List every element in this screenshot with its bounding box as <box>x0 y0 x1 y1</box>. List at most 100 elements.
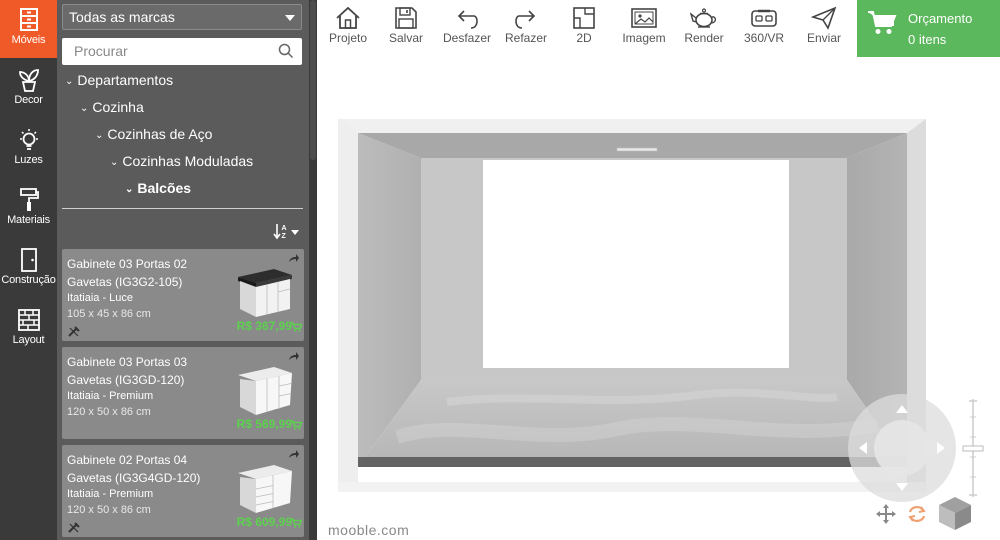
scrollbar-thumb[interactable] <box>310 0 316 160</box>
toolbar-button-label: Desfazer <box>442 31 492 45</box>
sidebar-item-label: Luzes <box>14 154 43 166</box>
pan-icon[interactable] <box>875 503 897 525</box>
sidebar-item-label: Móveis <box>11 34 46 46</box>
tree-item-departamentos[interactable]: ⌄ Departamentos <box>65 72 173 88</box>
svg-text:Z: Z <box>282 233 287 240</box>
budget-button[interactable]: Orçamento 0 itens <box>857 0 1000 57</box>
chevron-down-icon: ⌄ <box>110 157 119 168</box>
3d-cube-icon[interactable] <box>937 495 973 531</box>
tree-item-label: Balcões <box>137 180 192 196</box>
toolbar-button-label: Imagem <box>622 31 666 45</box>
share-arrow-icon[interactable] <box>288 449 300 459</box>
plant-icon <box>18 69 39 92</box>
tree-item-balcoes[interactable]: ⌄ Balcões <box>125 180 191 196</box>
budget-item-count: 0 itens <box>908 32 947 47</box>
product-name: Gabinete 02 Portas 04 Gavetas (IG3G4GD-1… <box>67 453 201 485</box>
toolbar-button-label: Render <box>684 31 724 45</box>
360-vr-button[interactable]: 360/VR <box>739 0 789 57</box>
sort-control[interactable]: A Z <box>273 222 301 240</box>
tree-item-label: Cozinhas de Aço <box>107 126 213 142</box>
product-dimensions: 120 x 50 x 86 cm <box>67 406 151 418</box>
undo-icon <box>457 10 478 29</box>
cart-icon <box>868 11 897 34</box>
sidebar-item-construcao[interactable]: Construção <box>0 240 57 298</box>
search-box <box>62 38 302 65</box>
tree-item-label: Cozinha <box>92 99 144 115</box>
product-dimensions: 105 x 45 x 86 cm <box>67 308 151 320</box>
sidebar-item-moveis[interactable]: Móveis <box>0 0 57 58</box>
render-button[interactable]: Render <box>679 0 729 57</box>
budget-title: Orçamento <box>908 11 973 26</box>
save-button[interactable]: Salvar <box>381 0 431 57</box>
image-icon <box>631 8 657 28</box>
product-brand: Itatiaia - Premium <box>67 488 154 500</box>
product-price: R$ 609,99 <box>236 515 292 529</box>
sidebar-item-label: Layout <box>12 334 45 346</box>
product-card[interactable]: Gabinete 03 Portas 02 Gavetas (IG3G2-105… <box>62 249 304 341</box>
sidebar-item-materiais[interactable]: Materiais <box>0 180 57 238</box>
zoom-slider[interactable] <box>962 397 984 499</box>
caret-down-icon <box>285 15 295 21</box>
sidebar-item-luzes[interactable]: Luzes <box>0 120 57 178</box>
tree-item-cozinhas-de-aco[interactable]: ⌄ Cozinhas de Aço <box>95 126 212 142</box>
app-window: Móveis Decor Luzes Materiais Construção … <box>0 0 1000 540</box>
tree-item-cozinhas-moduladas[interactable]: ⌄ Cozinhas Moduladas <box>110 153 253 169</box>
cabinet-thumbnail <box>238 367 292 415</box>
cabinet-icon <box>19 8 38 31</box>
share-arrow-icon[interactable] <box>288 351 300 361</box>
toolbar-button-label: Projeto <box>328 31 368 45</box>
tree-item-label: Cozinhas Moduladas <box>122 153 254 169</box>
redo-button[interactable]: Refazer <box>501 0 551 57</box>
catalog-panel: Todas as marcas ⌄Departamentos ⌄Cozinha … <box>57 0 309 540</box>
sidebar-item-layout[interactable]: Layout <box>0 300 57 358</box>
category-sidebar: Móveis Decor Luzes Materiais Construção … <box>0 0 57 540</box>
2d-view-button[interactable]: 2D <box>564 0 604 57</box>
product-dimensions: 120 x 50 x 86 cm <box>67 504 151 516</box>
product-brand: Itatiaia - Luce <box>67 292 134 304</box>
tree-item-cozinha[interactable]: ⌄ Cozinha <box>80 99 144 115</box>
product-card[interactable]: Gabinete 03 Portas 03 Gavetas (IG3GD-120… <box>62 347 304 439</box>
paint-roller-icon <box>19 188 39 211</box>
image-button[interactable]: Imagem <box>619 0 669 57</box>
sort-alpha-icon: A Z <box>273 224 299 240</box>
sidebar-item-label: Construção <box>1 274 56 286</box>
door-icon <box>20 248 37 272</box>
chevron-down-icon: ⌄ <box>65 76 74 87</box>
product-price: R$ 367,99 <box>236 319 292 333</box>
rotate-icon[interactable] <box>906 503 928 525</box>
3d-viewport[interactable]: mooble.com <box>317 57 1000 540</box>
vr-headset-icon <box>751 9 777 27</box>
toolbar-button-label: Salvar <box>388 31 423 45</box>
add-to-cart-icon[interactable] <box>291 518 302 528</box>
add-to-cart-icon[interactable] <box>291 322 302 332</box>
toolbar-button-label: 360/VR <box>743 31 785 45</box>
product-card[interactable]: Gabinete 02 Portas 04 Gavetas (IG3G4GD-1… <box>62 445 304 537</box>
cabinet-thumbnail <box>238 269 292 317</box>
redo-icon <box>515 10 536 29</box>
toolbar-button-label: 2D <box>576 31 592 45</box>
tools-icon <box>68 522 80 533</box>
sidebar-item-label: Decor <box>14 94 43 106</box>
product-brand: Itatiaia - Premium <box>67 390 154 402</box>
brick-wall-icon <box>17 309 40 331</box>
add-to-cart-icon[interactable] <box>291 420 302 430</box>
sidebar-item-decor[interactable]: Decor <box>0 60 57 118</box>
send-button[interactable]: Enviar <box>799 0 849 57</box>
teapot-icon <box>690 8 717 28</box>
product-name: Gabinete 03 Portas 03 Gavetas (IG3GD-120… <box>67 355 188 387</box>
product-price: R$ 569,99 <box>236 417 292 431</box>
undo-button[interactable]: Desfazer <box>439 0 495 57</box>
send-icon <box>811 6 837 30</box>
toolbar-button-label: Refazer <box>504 31 548 45</box>
main-toolbar: Projeto Salvar Desfazer Refazer 2D Image… <box>317 0 857 57</box>
project-button[interactable]: Projeto <box>323 0 373 57</box>
camera-navigation-wheel[interactable] <box>847 393 957 503</box>
share-arrow-icon[interactable] <box>288 253 300 263</box>
svg-text:A: A <box>282 225 287 232</box>
mooble-watermark: mooble.com <box>328 522 410 538</box>
search-input[interactable] <box>62 38 262 63</box>
brand-filter-select[interactable]: Todas as marcas <box>62 4 302 30</box>
search-icon[interactable] <box>278 43 294 59</box>
sidebar-item-label: Materiais <box>7 214 50 226</box>
tree-item-label: Departamentos <box>77 72 174 88</box>
